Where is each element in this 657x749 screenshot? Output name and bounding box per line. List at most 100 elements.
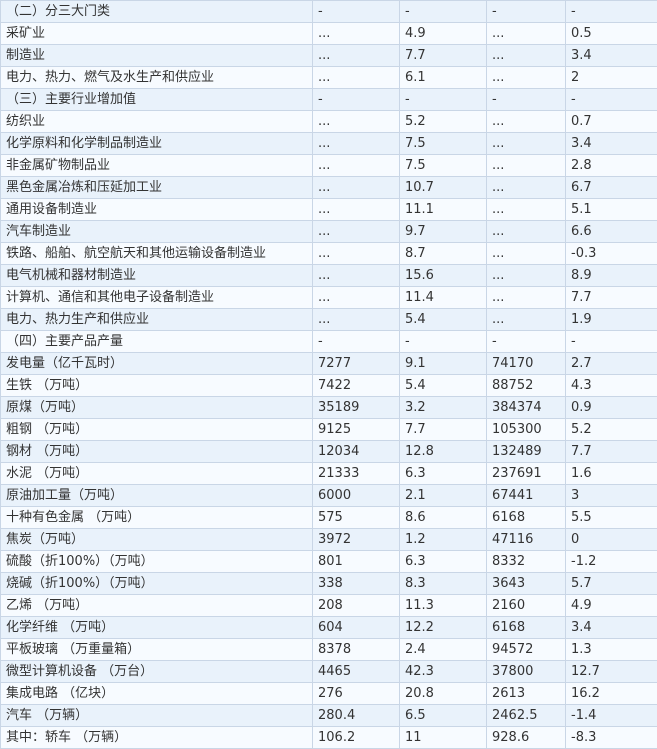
row-label-cell: 钢材 （万吨） <box>0 440 313 463</box>
table-row: 铁路、船舶、航空航天和其他运输设备制造业... 8.7... -0.3 <box>0 242 657 265</box>
row-label-cell: 发电量（亿千瓦时） <box>0 352 313 375</box>
month-value-cell: 338 <box>312 572 400 595</box>
cumulative-value-cell: 237691 <box>486 462 566 485</box>
month-value-cell: 575 <box>312 506 400 529</box>
cumulative-growth-cell: 6.6 <box>565 220 657 243</box>
row-label-cell: 烧碱（折100%）（万吨） <box>0 572 313 595</box>
cumulative-value-cell: 105300 <box>486 418 566 441</box>
month-growth-cell: 2.4 <box>399 638 487 661</box>
table-row: 原煤（万吨） 35189 3.2 384374 0.9 <box>0 396 657 419</box>
table-row: 焦炭（万吨） 3972 1.2 47116 0 <box>0 528 657 551</box>
month-value-cell: ... <box>312 176 400 199</box>
cumulative-growth-cell: 3.4 <box>565 44 657 67</box>
table-row: 粗钢 （万吨） 9125 7.7 105300 5.2 <box>0 418 657 441</box>
month-growth-cell: 15.6 <box>399 264 487 287</box>
table-row: 化学原料和化学制品制造业... 7.5... 3.4 <box>0 132 657 155</box>
row-label-cell: 乙烯 （万吨） <box>0 594 313 617</box>
table-row: 非金属矿物制品业... 7.5... 2.8 <box>0 154 657 177</box>
month-growth-cell: - <box>399 88 487 111</box>
table-row: 制造业... 7.7... 3.4 <box>0 44 657 67</box>
cumulative-value-cell: ... <box>486 66 566 89</box>
month-value-cell: 280.4 <box>312 704 400 727</box>
cumulative-value-cell: ... <box>486 308 566 331</box>
table-body: （二）分三大门类 - - - - 采矿业... 4.9... 0.5 制造业... 7.7... 3… <box>0 0 657 749</box>
row-label-cell: 采矿业 <box>0 22 313 45</box>
month-growth-cell: 3.2 <box>399 396 487 419</box>
month-growth-cell: 5.4 <box>399 308 487 331</box>
cumulative-value-cell: 88752 <box>486 374 566 397</box>
table-row: 采矿业... 4.9... 0.5 <box>0 22 657 45</box>
month-growth-cell: 11 <box>399 726 487 749</box>
row-label-cell: 其中：轿车 （万辆） <box>0 726 313 749</box>
statistics-table: （二）分三大门类 - - - - 采矿业... 4.9... 0.5 制造业... 7.7... 3… <box>0 0 657 749</box>
cumulative-value-cell: 2160 <box>486 594 566 617</box>
month-growth-cell: - <box>399 330 487 353</box>
month-growth-cell: 7.7 <box>399 44 487 67</box>
cumulative-growth-cell: -1.2 <box>565 550 657 573</box>
cumulative-value-cell: - <box>486 330 566 353</box>
table-row: 乙烯 （万吨） 208 11.3 2160 4.9 <box>0 594 657 617</box>
month-growth-cell: 11.4 <box>399 286 487 309</box>
month-growth-cell: 5.2 <box>399 110 487 133</box>
row-label-cell: 十种有色金属 （万吨） <box>0 506 313 529</box>
month-value-cell: 276 <box>312 682 400 705</box>
month-value-cell: 9125 <box>312 418 400 441</box>
cumulative-growth-cell: 4.3 <box>565 374 657 397</box>
month-growth-cell: 10.7 <box>399 176 487 199</box>
row-label-cell: 铁路、船舶、航空航天和其他运输设备制造业 <box>0 242 313 265</box>
month-value-cell: - <box>312 88 400 111</box>
row-label-cell: 制造业 <box>0 44 313 67</box>
cumulative-growth-cell: 5.5 <box>565 506 657 529</box>
cumulative-growth-cell: 1.9 <box>565 308 657 331</box>
cumulative-growth-cell: 4.9 <box>565 594 657 617</box>
month-value-cell: ... <box>312 220 400 243</box>
month-value-cell: 3972 <box>312 528 400 551</box>
month-value-cell: 6000 <box>312 484 400 507</box>
cumulative-growth-cell: 7.7 <box>565 440 657 463</box>
row-label-cell: 硫酸（折100%）（万吨） <box>0 550 313 573</box>
table-row: 十种有色金属 （万吨） 575 8.6 6168 5.5 <box>0 506 657 529</box>
cumulative-value-cell: 67441 <box>486 484 566 507</box>
month-value-cell: 7422 <box>312 374 400 397</box>
cumulative-value-cell: 6168 <box>486 506 566 529</box>
month-growth-cell: 9.1 <box>399 352 487 375</box>
cumulative-value-cell: 94572 <box>486 638 566 661</box>
data-table-container: （二）分三大门类 - - - - 采矿业... 4.9... 0.5 制造业... 7.7... 3… <box>0 0 657 749</box>
month-value-cell: 604 <box>312 616 400 639</box>
cumulative-value-cell: 2613 <box>486 682 566 705</box>
cumulative-growth-cell: 5.2 <box>565 418 657 441</box>
row-label-cell: （三）主要行业增加值 <box>0 88 313 111</box>
table-row: 汽车 （万辆） 280.4 6.5 2462.5 -1.4 <box>0 704 657 727</box>
month-growth-cell: - <box>399 0 487 23</box>
cumulative-growth-cell: 5.7 <box>565 572 657 595</box>
row-label-cell: 通用设备制造业 <box>0 198 313 221</box>
month-growth-cell: 8.6 <box>399 506 487 529</box>
month-value-cell: - <box>312 0 400 23</box>
month-value-cell: 12034 <box>312 440 400 463</box>
cumulative-growth-cell: 1.6 <box>565 462 657 485</box>
cumulative-value-cell: ... <box>486 264 566 287</box>
row-label-cell: 黑色金属冶炼和压延加工业 <box>0 176 313 199</box>
row-label-cell: 焦炭（万吨） <box>0 528 313 551</box>
table-row: 化学纤维 （万吨） 604 12.2 6168 3.4 <box>0 616 657 639</box>
cumulative-value-cell: ... <box>486 198 566 221</box>
month-value-cell: 106.2 <box>312 726 400 749</box>
row-label-cell: 汽车制造业 <box>0 220 313 243</box>
table-row: 生铁 （万吨） 7422 5.4 88752 4.3 <box>0 374 657 397</box>
month-value-cell: ... <box>312 110 400 133</box>
table-row: 钢材 （万吨） 12034 12.8 132489 7.7 <box>0 440 657 463</box>
table-row: 水泥 （万吨） 21333 6.3 237691 1.6 <box>0 462 657 485</box>
cumulative-value-cell: - <box>486 88 566 111</box>
cumulative-growth-cell: 6.7 <box>565 176 657 199</box>
cumulative-growth-cell: 8.9 <box>565 264 657 287</box>
month-value-cell: ... <box>312 286 400 309</box>
row-label-cell: 纺织业 <box>0 110 313 133</box>
table-row: 集成电路 （亿块） 276 20.8 2613 16.2 <box>0 682 657 705</box>
cumulative-value-cell: 384374 <box>486 396 566 419</box>
table-row: 微型计算机设备 （万台） 4465 42.3 37800 12.7 <box>0 660 657 683</box>
month-value-cell: 7277 <box>312 352 400 375</box>
cumulative-value-cell: ... <box>486 242 566 265</box>
cumulative-value-cell: 3643 <box>486 572 566 595</box>
cumulative-value-cell: - <box>486 0 566 23</box>
cumulative-value-cell: 928.6 <box>486 726 566 749</box>
